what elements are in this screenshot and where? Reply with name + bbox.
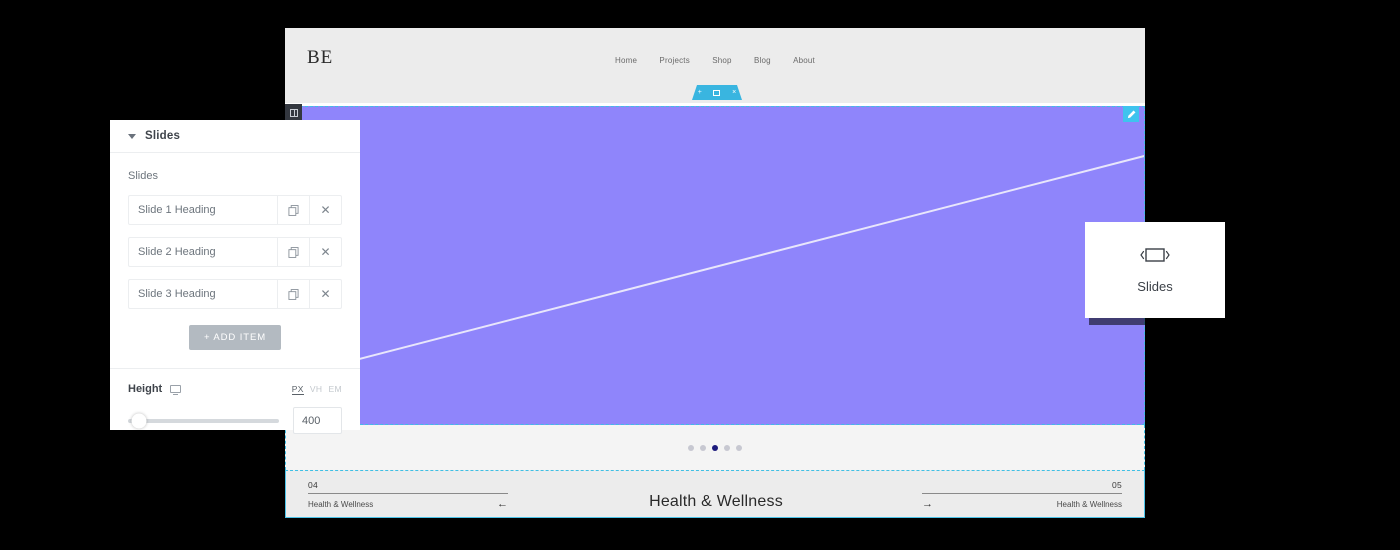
repeater-row-label[interactable]: Slide 2 Heading [129,238,277,266]
edit-widget-handle[interactable] [1123,106,1139,122]
panel-title: Slides [145,130,181,142]
repeater-row[interactable]: Slide 3 Heading ✕ [128,279,342,309]
pencil-icon [1127,110,1135,118]
site-nav: Home Projects Shop Blog About [615,56,815,65]
section-toolbar: + × [692,85,742,100]
height-control-section: Height PX VH EM [110,369,360,434]
remove-row-button[interactable]: ✕ [309,280,341,308]
nav-item-shop[interactable]: Shop [712,56,731,65]
site-logo[interactable]: BE [307,48,333,67]
add-item-wrapper: + ADD ITEM [128,321,342,368]
height-slider-row [128,407,342,434]
close-icon: ✕ [320,287,331,301]
desktop-icon[interactable] [170,385,182,395]
slides-field-label: Slides [128,170,158,182]
height-slider-thumb[interactable] [131,413,147,428]
footer-prev-number: 04 [308,480,508,494]
footer-next-number: 05 [922,480,1122,494]
unit-switcher: PX VH EM [291,384,342,395]
nav-item-home[interactable]: Home [615,56,637,65]
panel-body: Slides Slide 1 Heading ✕ Slide 2 Heading [110,153,360,368]
add-item-button[interactable]: + ADD ITEM [188,325,282,350]
nav-item-about[interactable]: About [793,56,815,65]
height-slider[interactable] [128,413,279,428]
carousel-pagination [285,425,1145,470]
columns-icon[interactable] [713,89,721,96]
duplicate-icon[interactable] [277,196,309,224]
footer-next-block: 05 → Health & Wellness [922,480,1122,510]
add-section-icon[interactable]: + [698,89,702,96]
footer-next-caption: Health & Wellness [1056,500,1122,509]
slides-settings-panel: Slides Slides Slide 1 Heading ✕ Slide 2 … [110,120,360,434]
close-icon: ✕ [320,245,331,259]
unit-px[interactable]: PX [291,384,304,395]
slides-widget-area[interactable] [285,106,1145,425]
remove-row-button[interactable]: ✕ [309,196,341,224]
carousel-dot-4[interactable] [724,444,730,451]
unit-vh[interactable]: VH [310,384,323,394]
nav-item-blog[interactable]: Blog [754,56,771,65]
nav-item-projects[interactable]: Projects [659,56,690,65]
page-preview-canvas: BE Home Projects Shop Blog About + × 04 [285,28,1145,518]
slides-widget-card[interactable]: Slides [1085,222,1225,318]
arrow-right-icon[interactable]: → [922,499,933,510]
carousel-dot-2[interactable] [700,444,706,451]
panel-header: Slides [110,120,360,153]
element-drag-handle[interactable] [285,104,302,121]
repeater-row-label[interactable]: Slide 3 Heading [129,280,277,308]
slides-carousel-icon [1140,247,1170,262]
close-section-icon[interactable]: × [732,89,736,96]
caret-down-icon[interactable] [128,133,136,139]
duplicate-icon[interactable] [277,280,309,308]
repeater-row-label[interactable]: Slide 1 Heading [129,196,277,224]
carousel-dot-5[interactable] [736,444,742,451]
remove-row-button[interactable]: ✕ [309,238,341,266]
columns-handle-icon [289,108,298,117]
height-value-input[interactable] [293,407,342,434]
height-label: Height [128,383,163,395]
repeater-row[interactable]: Slide 2 Heading ✕ [128,237,342,267]
slides-widget-card-label: Slides [1137,278,1173,294]
site-footer: 04 Health & Wellness ← Health & Wellness… [285,470,1145,518]
unit-em[interactable]: EM [328,384,342,394]
height-control-header: Height PX VH EM [128,383,342,395]
carousel-dot-3[interactable] [712,444,718,451]
repeater-row[interactable]: Slide 1 Heading ✕ [128,195,342,225]
carousel-dot-1[interactable] [688,444,694,451]
close-icon: ✕ [320,203,331,217]
duplicate-icon[interactable] [277,238,309,266]
slide-placeholder-diagonal [286,147,1144,386]
